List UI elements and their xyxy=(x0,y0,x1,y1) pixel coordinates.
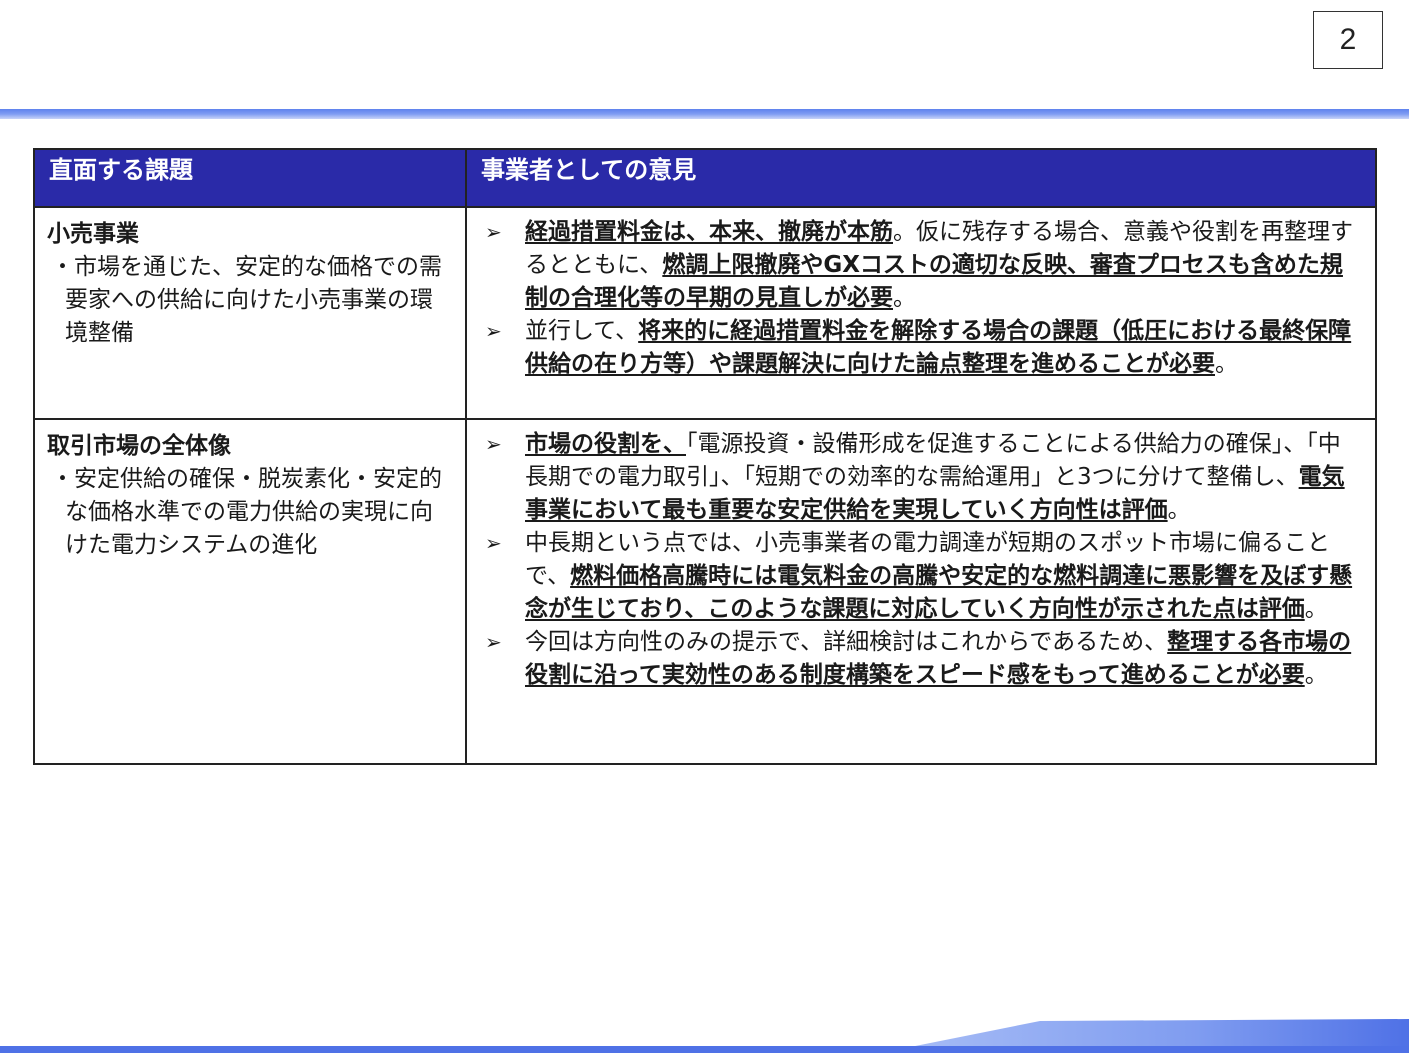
opinion-list: ➢ 経過措置料金は、本来、撤廃が本筋。仮に残存する場合、意義や役割を再整理すると… xyxy=(481,216,1363,381)
arrowhead-bullet-icon: ➢ xyxy=(485,220,502,244)
opinion-text: 。 xyxy=(893,285,916,311)
top-accent-line xyxy=(0,109,1409,119)
opinion-text: 。 xyxy=(1304,596,1328,622)
opinion-item: ➢ 今回は方向性のみの提示で、詳細検討はこれからであるため、整理する各市場の役割… xyxy=(481,626,1363,692)
opinion-text-bold: 燃料価格高騰時には電気料金の高騰や安定的な燃料調達に悪影響を及ぼす懸念が生じてお… xyxy=(525,563,1353,622)
category-description: ・安定供給の確保・脱炭素化・安定的な価格水準での電力供給の実現に向けた電力システ… xyxy=(51,466,442,558)
opinion-text: 。 xyxy=(1167,497,1191,523)
opinion-text-bold: 経過措置料金は、本来、撤廃が本筋 xyxy=(525,219,893,245)
opinion-item: ➢ 市場の役割を、「電源投資・設備形成を促進することによる供給力の確保」、「中長… xyxy=(481,428,1363,527)
opinion-list: ➢ 市場の役割を、「電源投資・設備形成を促進することによる供給力の確保」、「中長… xyxy=(481,428,1363,692)
issues-table: 直面する課題 事業者としての意見 小売事業 ・市場を通じた、安定的な価格での需要… xyxy=(33,148,1377,765)
page-number: 2 xyxy=(1313,11,1383,69)
header-challenges: 直面する課題 xyxy=(33,148,467,208)
table-header-row: 直面する課題 事業者としての意見 xyxy=(33,148,1377,208)
table-row-market: 取引市場の全体像 ・安定供給の確保・脱炭素化・安定的な価格水準での電力供給の実現… xyxy=(33,418,1377,765)
opinion-cell-retail: ➢ 経過措置料金は、本来、撤廃が本筋。仮に残存する場合、意義や役割を再整理すると… xyxy=(465,206,1377,420)
opinion-text: 。 xyxy=(1215,351,1238,377)
bottom-accent-band xyxy=(0,1019,1409,1053)
category-title: 小売事業 xyxy=(47,221,139,247)
arrowhead-bullet-icon: ➢ xyxy=(485,319,502,343)
opinion-cell-market: ➢ 市場の役割を、「電源投資・設備形成を促進することによる供給力の確保」、「中長… xyxy=(465,418,1377,765)
opinion-text: 。 xyxy=(1304,662,1328,688)
opinion-item: ➢ 並行して、将来的に経過措置料金を解除する場合の課題（低圧における最終保障供給… xyxy=(481,315,1363,381)
challenge-cell-market: 取引市場の全体像 ・安定供給の確保・脱炭素化・安定的な価格水準での電力供給の実現… xyxy=(33,418,467,765)
opinion-item: ➢ 経過措置料金は、本来、撤廃が本筋。仮に残存する場合、意義や役割を再整理すると… xyxy=(481,216,1363,315)
opinion-text-bold: 市場の役割を、 xyxy=(525,431,686,457)
category-description: ・市場を通じた、安定的な価格での需要家への供給に向けた小売事業の環境整備 xyxy=(51,254,442,346)
opinion-item: ➢ 中長期という点では、小売事業者の電力調達が短期のスポット市場に偏ることで、燃… xyxy=(481,527,1363,626)
arrowhead-bullet-icon: ➢ xyxy=(485,432,502,456)
opinion-text: 今回は方向性のみの提示で、詳細検討はこれからであるため、 xyxy=(525,629,1168,655)
arrowhead-bullet-icon: ➢ xyxy=(485,630,502,654)
opinion-text: 並行して、 xyxy=(525,318,639,344)
table-row-retail: 小売事業 ・市場を通じた、安定的な価格での需要家への供給に向けた小売事業の環境整… xyxy=(33,206,1377,420)
challenge-cell-retail: 小売事業 ・市場を通じた、安定的な価格での需要家への供給に向けた小売事業の環境整… xyxy=(33,206,467,420)
category-title: 取引市場の全体像 xyxy=(47,433,231,459)
header-opinions: 事業者としての意見 xyxy=(465,148,1377,208)
arrowhead-bullet-icon: ➢ xyxy=(485,531,502,555)
